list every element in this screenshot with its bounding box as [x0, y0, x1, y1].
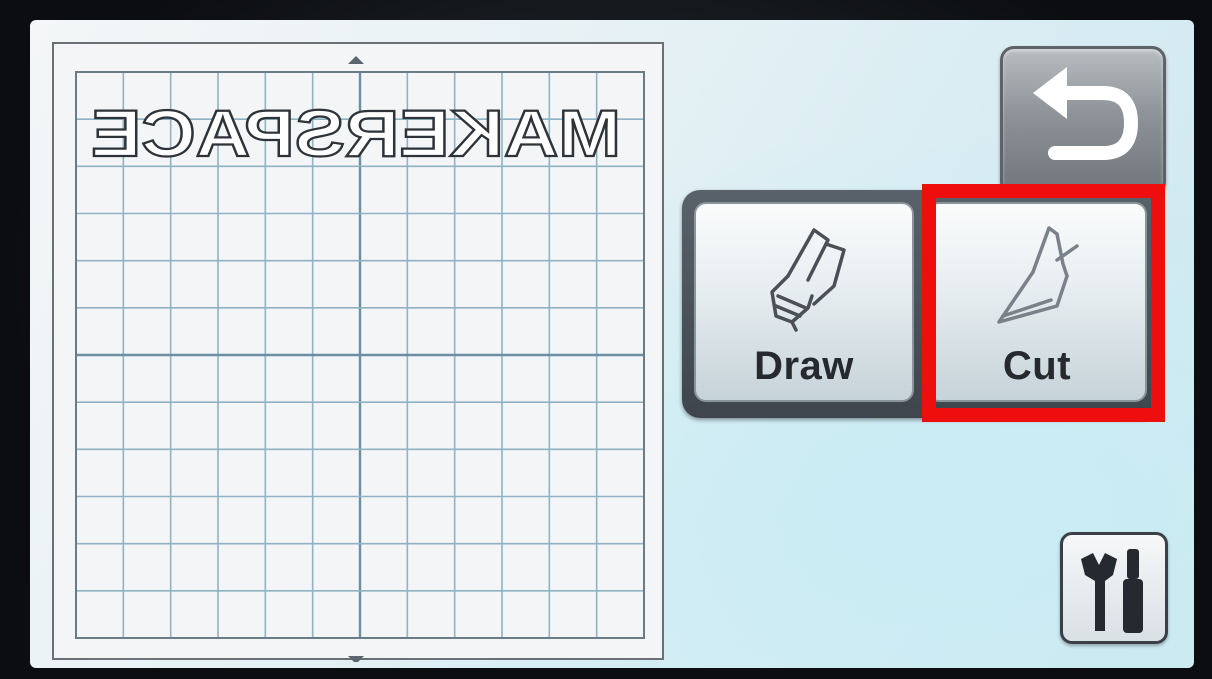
return-arrow-icon — [1033, 67, 1139, 160]
cut-label: Cut — [1002, 344, 1072, 388]
mode-selector: Draw Cut — [682, 190, 1158, 418]
blade-icon — [997, 226, 1079, 324]
back-button[interactable] — [1000, 46, 1166, 196]
arrow-up-icon — [348, 56, 364, 64]
settings-button[interactable] — [1060, 532, 1168, 644]
pen-icon — [770, 228, 846, 332]
touch-screen: MAKERSPACE Draw Cut — [30, 20, 1194, 668]
arrow-down-icon — [348, 656, 364, 662]
draw-button[interactable]: Draw — [694, 202, 914, 402]
draw-label: Draw — [754, 344, 854, 388]
cut-button[interactable]: Cut — [927, 202, 1147, 402]
mirrored-design-text: MAKERSPACE — [91, 96, 621, 170]
mat-grid: MAKERSPACE — [75, 56, 645, 662]
cutting-mat-preview: MAKERSPACE — [52, 42, 664, 662]
wrench-screwdriver-icon — [1081, 549, 1143, 633]
